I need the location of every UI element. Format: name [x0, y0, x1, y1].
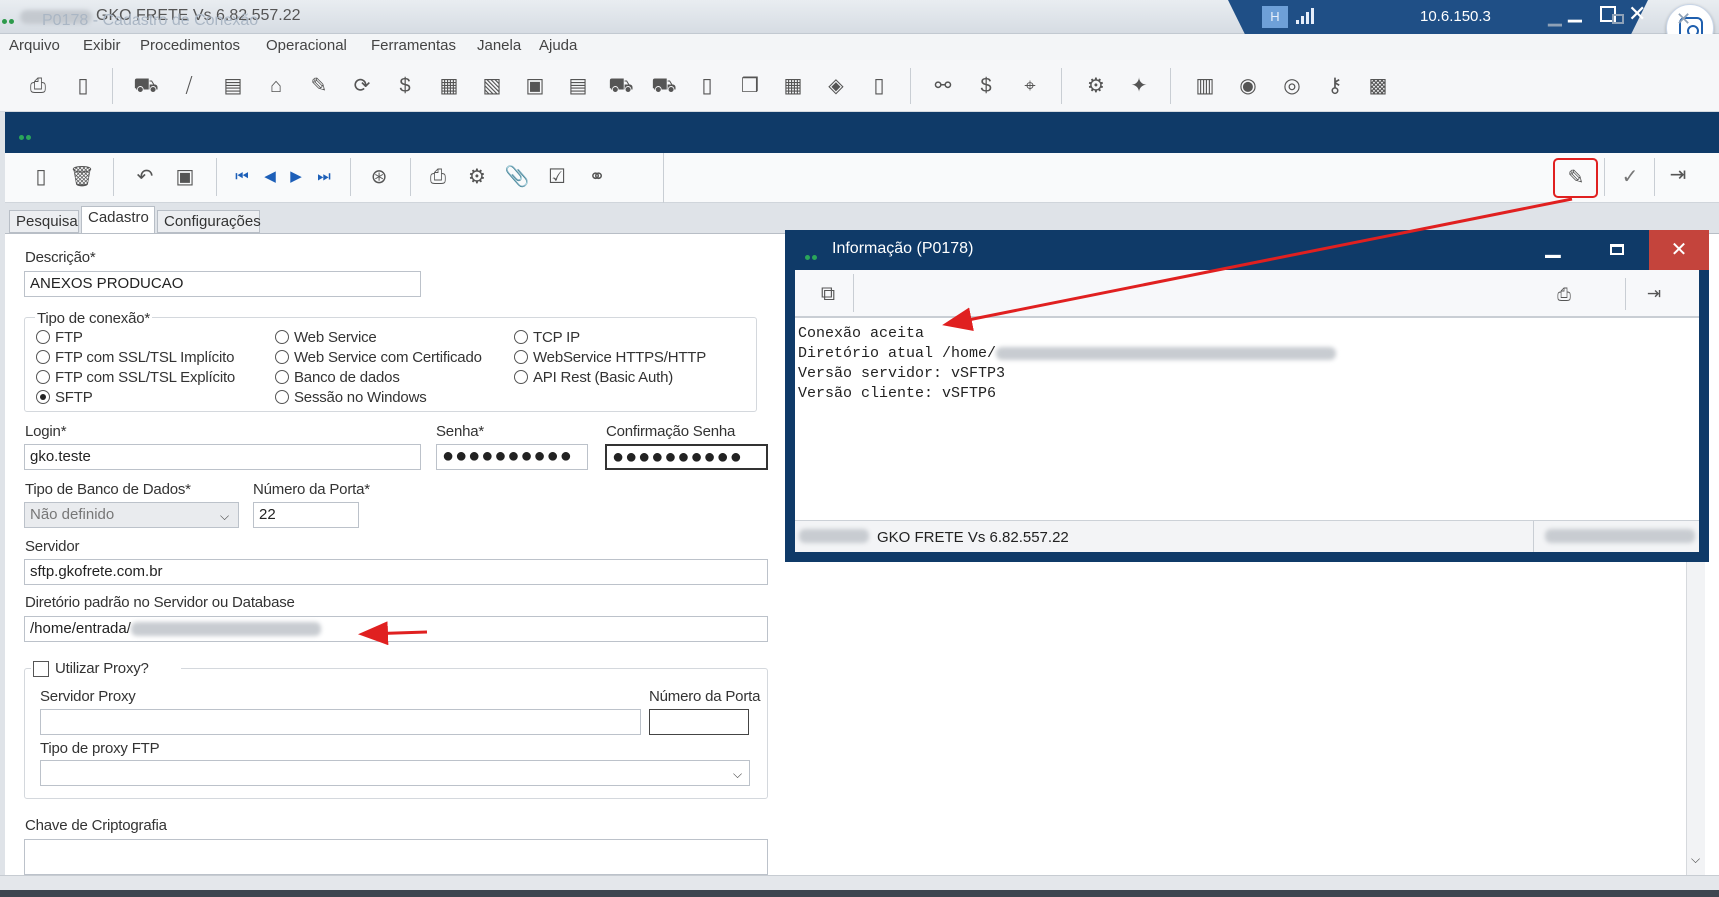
annotation-arrows: [358, 197, 1573, 646]
arrow-to-diretorio-field: [358, 621, 428, 646]
arrow-to-info-message: [942, 197, 1573, 332]
